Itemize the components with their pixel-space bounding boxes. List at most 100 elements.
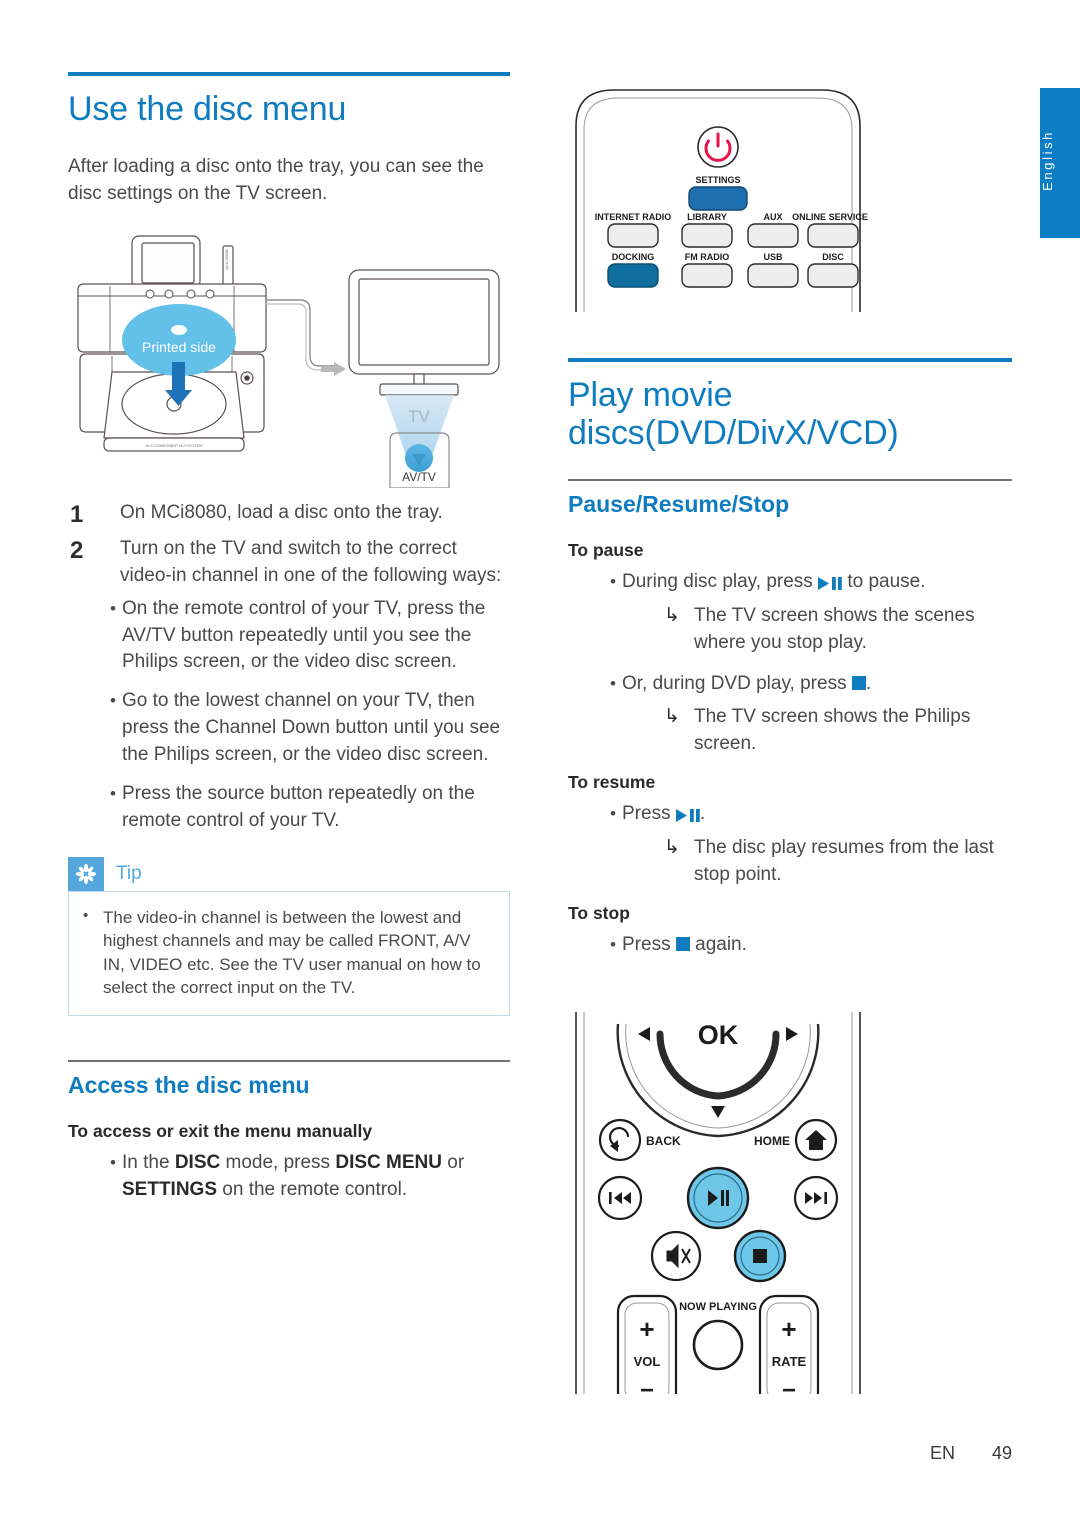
page-footer: EN 49 — [0, 1443, 1012, 1464]
section-title: Access the disc menu — [68, 1071, 310, 1098]
manual-page: Use the disc menu After loading a disc o… — [0, 0, 1080, 1527]
library-key — [681, 223, 733, 248]
list-item: • Press . — [568, 801, 1012, 829]
step-item: 2 Turn on the TV and switch to the corre… — [68, 536, 510, 590]
docking-key-label: DOCKING — [612, 252, 655, 262]
bullet-dot-icon: • — [83, 907, 89, 925]
result-text: The TV screen shows the Philips screen. — [694, 706, 971, 755]
bullet-text: In the DISC mode, press DISC MENU or SET… — [122, 1152, 465, 1201]
section-rule — [568, 478, 1012, 481]
disc-printed-side-label: Printed side — [142, 339, 216, 355]
aux-key — [747, 223, 799, 248]
group-heading-to-pause: To pause — [568, 540, 644, 561]
bullet-text: During disc play, press to pause. — [622, 569, 1012, 597]
back-button — [598, 1118, 642, 1162]
language-tab: English — [1040, 88, 1080, 238]
result-text: The disc play resumes from the last stop… — [694, 837, 994, 886]
bullet-dot-icon: • — [110, 691, 116, 711]
tv-label: TV — [408, 407, 430, 426]
tip-text: The video-in channel is between the lowe… — [103, 908, 481, 997]
avtv-label: AV/TV — [402, 470, 436, 484]
play-pause-icon — [675, 802, 700, 829]
access-disc-menu-section: Access the disc menu To access or exit t… — [68, 1059, 510, 1205]
online-services-key — [807, 223, 859, 248]
aux-key-label: AUX — [763, 212, 782, 222]
figure-load-disc: HI-FI COMPONENT Hi-Fi SYSTEM Up to 500GB… — [68, 226, 510, 489]
result-arrow-icon: ↳ — [664, 605, 680, 627]
result-arrow-icon: ↳ — [664, 837, 680, 859]
bullet-dot-icon: • — [110, 1153, 116, 1173]
bullet-dot-icon: • — [610, 804, 616, 824]
result-arrow-icon: ↳ — [664, 706, 680, 728]
ok-button-label: OK — [698, 1020, 739, 1050]
step-text: On MCi8080, load a disc onto the tray. — [120, 502, 443, 524]
volume-plus-label: + — [639, 1314, 654, 1344]
fm-radio-key-label: FM RADIO — [685, 252, 730, 262]
nav-right-icon — [786, 1027, 798, 1041]
list-item: • The video-in channel is between the lo… — [83, 906, 495, 998]
result-item: ↳ The TV screen shows the scenes where y… — [664, 603, 1012, 657]
now-playing-button — [692, 1319, 744, 1371]
online-services-key-label: ONLINE SERVICES — [792, 212, 868, 222]
now-playing-label: NOW PLAYING — [679, 1301, 757, 1313]
bullet-text: Press the source button repeatedly on th… — [122, 783, 475, 832]
right-column: Play movie discs(DVD/DivX/VCD) Pause/Res… — [568, 358, 1012, 965]
bullet-text: Go to the lowest channel on your TV, the… — [122, 690, 501, 766]
tip-body: • The video-in channel is between the lo… — [68, 891, 510, 1016]
bullet-text: Or, during DVD play, press . — [622, 673, 872, 695]
device-badge-text: HI-FI COMPONENT Hi-Fi SYSTEM — [146, 444, 203, 448]
play-pause-icon — [818, 570, 842, 597]
back-label: BACK — [646, 1134, 681, 1148]
step-number: 1 — [70, 501, 84, 529]
section-rule — [68, 1059, 510, 1062]
usb-key — [747, 263, 799, 288]
stop-icon — [675, 937, 690, 952]
rate-minus-label: − — [782, 1377, 796, 1394]
list-item: • During disc play, press to pause. — [568, 569, 1012, 597]
result-text: The TV screen shows the scenes where you… — [694, 605, 975, 654]
title-rule — [568, 358, 1012, 362]
fm-radio-key — [681, 263, 733, 288]
bullet-text: Press . — [622, 801, 1012, 829]
disc-key-label: DISC — [822, 252, 844, 262]
to-stop-list: • Press again. — [568, 932, 1012, 959]
list-item: • Go to the lowest channel on your TV, t… — [68, 688, 510, 769]
right-section-title: Pause/Resume/Stop — [568, 490, 790, 517]
step-number: 2 — [70, 536, 84, 564]
volume-label: VOL — [634, 1354, 661, 1369]
home-label: HOME — [754, 1134, 790, 1148]
internet-radio-key — [607, 223, 659, 248]
settings-key — [688, 186, 748, 211]
bullet-dot-icon: • — [610, 674, 616, 694]
bullet-dot-icon: • — [610, 572, 616, 592]
figure-remote-source-buttons: SETTINGS INTERNET RADIO LIBRARY AUX ONLI… — [568, 84, 874, 312]
usb-key-label: USB — [763, 252, 783, 262]
bullet-dot-icon: • — [110, 784, 116, 804]
tip-asterisk-icon — [68, 857, 104, 892]
figure-remote-playback-buttons: OK BACK HOME + VOL − NOW PLAYING + RATE … — [568, 1012, 868, 1410]
to-resume-list: • Press . ↳ The disc play resumes from t… — [568, 801, 1012, 889]
dock-badge-text: Up to 500GB — [225, 249, 229, 270]
section-subheading: To access or exit the menu manually — [68, 1121, 373, 1142]
list-item: • Press again. — [568, 932, 1012, 959]
list-item: • In the DISC mode, press DISC MENU or S… — [68, 1150, 510, 1204]
volume-minus-label: − — [640, 1377, 654, 1394]
list-item: • Or, during DVD play, press . — [568, 671, 1012, 698]
stop-icon — [753, 1249, 767, 1263]
docking-key — [607, 263, 659, 288]
footer-page-number: 49 — [991, 1443, 1012, 1463]
list-item: • On the remote control of your TV, pres… — [68, 596, 510, 677]
result-item: ↳ The disc play resumes from the last st… — [664, 835, 1012, 889]
bullet-dot-icon: • — [610, 935, 616, 955]
left-column: Use the disc menu After loading a disc o… — [68, 72, 510, 1216]
right-page-title: Play movie discs(DVD/DivX/VCD) — [568, 376, 899, 453]
tip-header: Tip — [68, 857, 510, 892]
tip-box: Tip • The video-in channel is between th… — [68, 857, 510, 1016]
footer-language-code: EN — [929, 1443, 955, 1463]
to-pause-list: • During disc play, press to pause. ↳ Th… — [568, 569, 1012, 758]
list-item: • Press the source button repeatedly on … — [68, 781, 510, 835]
numbered-steps: 1 On MCi8080, load a disc onto the tray.… — [68, 500, 510, 589]
group-heading-to-resume: To resume — [568, 772, 656, 793]
internet-radio-key-label: INTERNET RADIO — [595, 212, 672, 222]
nav-left-icon — [638, 1027, 650, 1041]
